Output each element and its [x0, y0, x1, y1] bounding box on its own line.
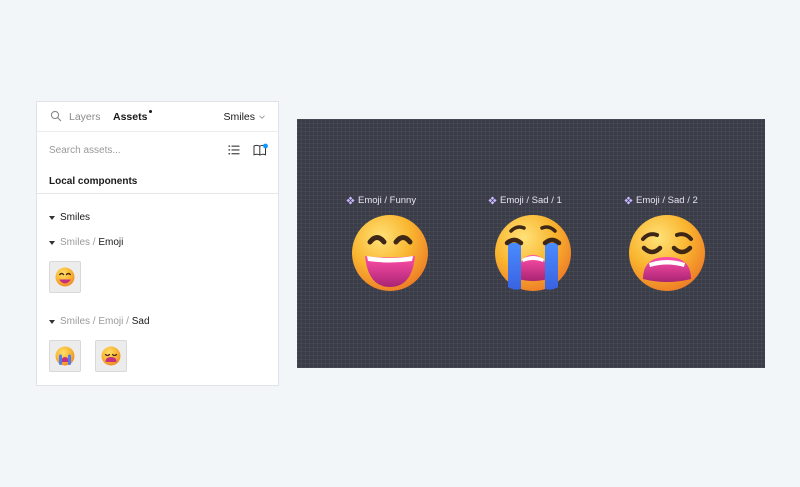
list-view-icon[interactable]	[228, 144, 240, 156]
section-local-components: Local components	[49, 176, 138, 187]
tree-path-name: Emoji	[98, 237, 124, 248]
component-icon	[346, 196, 355, 205]
tree-group-smiles[interactable]: Smiles	[49, 212, 90, 223]
tree-path-separator: /	[123, 316, 132, 327]
library-select[interactable]: Smiles	[223, 111, 266, 123]
tree-path-parent: Smiles	[60, 316, 91, 327]
component-label-sad-1[interactable]: Emoji / Sad / 1	[488, 195, 562, 206]
grinning-squinting-face-icon[interactable]	[350, 213, 430, 293]
component-thumb-funny[interactable]	[49, 261, 81, 293]
component-label-sad-2[interactable]: Emoji / Sad / 2	[624, 195, 698, 206]
tree-group-sad[interactable]: Smiles / Emoji / Sad	[49, 316, 150, 327]
caret-down-icon	[49, 240, 55, 245]
caret-down-icon	[49, 319, 55, 324]
search-assets-input[interactable]	[49, 141, 209, 159]
tree-path-parent: Emoji	[98, 316, 124, 327]
unsaved-dot	[149, 110, 153, 113]
component-label-funny[interactable]: Emoji / Funny	[346, 195, 416, 206]
chevron-down-icon	[259, 115, 265, 119]
tree-path-separator: /	[90, 316, 99, 327]
caret-down-icon	[49, 215, 55, 220]
tab-assets[interactable]: Assets	[113, 110, 153, 123]
loudly-crying-face-icon[interactable]	[493, 213, 573, 293]
component-icon	[488, 196, 497, 205]
component-label-text: Emoji / Funny	[358, 195, 417, 206]
grinning-squinting-face-icon	[55, 267, 75, 287]
tab-layers[interactable]: Layers	[69, 111, 101, 123]
component-thumb-sad-1[interactable]	[49, 340, 81, 372]
search-row	[37, 132, 278, 166]
component-icon	[624, 196, 633, 205]
tab-assets-label: Assets	[113, 111, 148, 123]
library-select-label: Smiles	[223, 111, 255, 123]
section-divider	[37, 193, 278, 194]
tree-path-parent: Smiles	[60, 237, 91, 248]
weary-face-icon[interactable]	[627, 213, 707, 293]
component-label-text: Emoji / Sad / 1	[500, 195, 562, 206]
tree-path-separator: /	[90, 237, 99, 248]
tree-group-emoji[interactable]: Smiles / Emoji	[49, 237, 123, 248]
component-label-text: Emoji / Sad / 2	[636, 195, 698, 206]
search-icon[interactable]	[50, 110, 62, 122]
design-canvas[interactable]: Emoji / Funny Emoji / Sad / 1 Emoji / Sa…	[297, 119, 765, 368]
weary-face-icon	[101, 346, 121, 366]
panel-tabs: Layers Assets Smiles	[37, 102, 278, 132]
component-thumb-sad-2[interactable]	[95, 340, 127, 372]
loudly-crying-face-icon	[55, 346, 75, 366]
tree-group-smiles-label: Smiles	[60, 212, 91, 223]
tree-path-name: Sad	[131, 316, 150, 327]
library-book-icon[interactable]	[253, 143, 268, 157]
assets-panel: Layers Assets Smiles Local components Sm…	[36, 101, 279, 386]
